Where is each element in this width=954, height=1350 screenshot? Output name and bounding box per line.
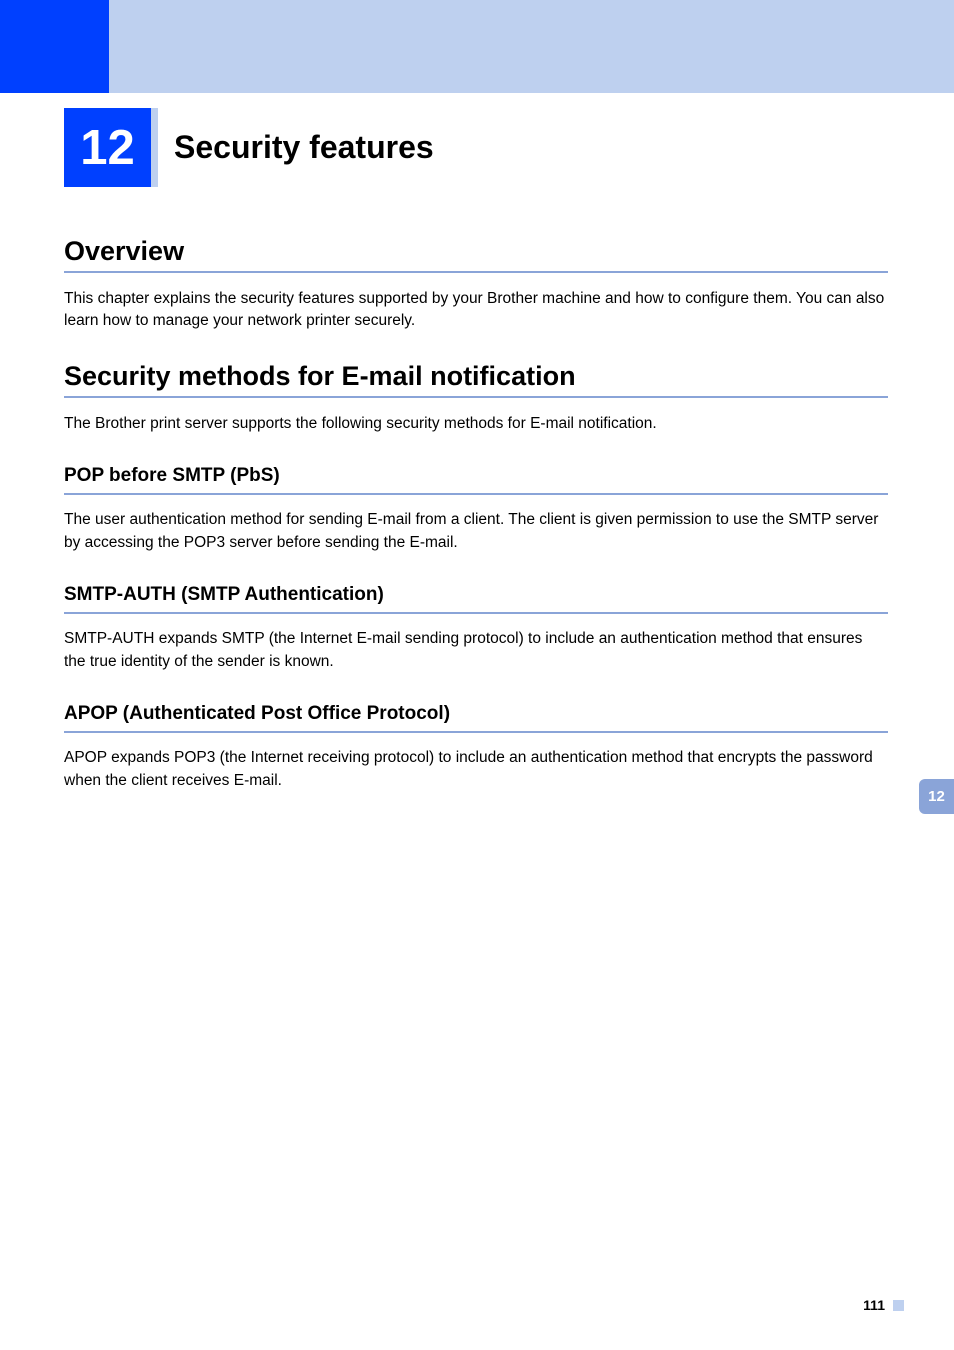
page-footer: 111: [863, 1297, 904, 1313]
chapter-side-tab[interactable]: 12: [919, 779, 954, 814]
chapter-title: Security features: [158, 129, 434, 166]
security-methods-body: The Brother print server supports the fo…: [64, 413, 888, 435]
apop-heading: APOP (Authenticated Post Office Protocol…: [64, 703, 888, 733]
header-band: [0, 0, 954, 93]
page-number: 111: [863, 1297, 885, 1313]
apop-body: APOP expands POP3 (the Internet receivin…: [64, 747, 888, 792]
chapter-number-box: 12: [64, 108, 151, 187]
chapter-divider: [151, 108, 158, 187]
security-methods-heading: Security methods for E-mail notification: [64, 361, 888, 398]
chapter-header: 12 Security features: [64, 108, 434, 187]
pbs-heading: POP before SMTP (PbS): [64, 465, 888, 495]
chapter-number: 12: [80, 120, 135, 176]
smtp-auth-heading: SMTP-AUTH (SMTP Authentication): [64, 584, 888, 614]
overview-heading: Overview: [64, 236, 888, 273]
side-tab-number: 12: [928, 788, 945, 805]
header-corner-square: [0, 0, 109, 93]
pbs-body: The user authentication method for sendi…: [64, 509, 888, 554]
overview-body: This chapter explains the security featu…: [64, 288, 888, 333]
page-content: Overview This chapter explains the secur…: [64, 236, 888, 820]
smtp-auth-body: SMTP-AUTH expands SMTP (the Internet E-m…: [64, 628, 888, 673]
page-footer-square-icon: [893, 1300, 904, 1311]
